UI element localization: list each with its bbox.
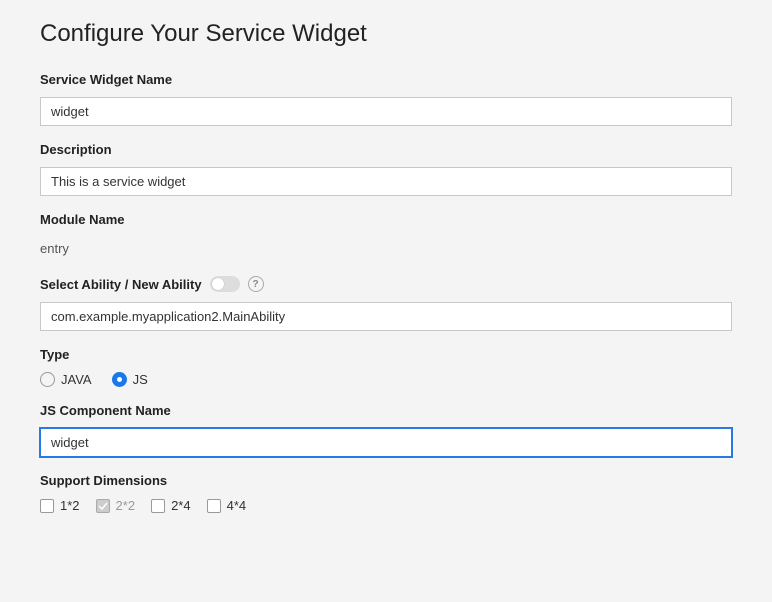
dimension-2x2-label: 2*2: [116, 498, 136, 513]
dimension-checkbox-2x4[interactable]: 2*4: [151, 498, 191, 513]
type-radio-java[interactable]: JAVA: [40, 372, 92, 387]
radio-checked-icon: [112, 372, 127, 387]
type-label: Type: [40, 347, 732, 362]
js-component-name-input[interactable]: [40, 428, 732, 457]
dimension-checkbox-4x4[interactable]: 4*4: [207, 498, 247, 513]
widget-name-label: Service Widget Name: [40, 72, 732, 87]
type-java-label: JAVA: [61, 372, 92, 387]
js-component-name-label: JS Component Name: [40, 403, 732, 418]
widget-name-input[interactable]: [40, 97, 732, 126]
module-name-label: Module Name: [40, 212, 732, 227]
dimension-2x4-label: 2*4: [171, 498, 191, 513]
new-ability-toggle[interactable]: [210, 276, 240, 292]
radio-unchecked-icon: [40, 372, 55, 387]
dimension-4x4-label: 4*4: [227, 498, 247, 513]
dimension-checkbox-2x2: 2*2: [96, 498, 136, 513]
help-icon[interactable]: ?: [248, 276, 264, 292]
description-input[interactable]: [40, 167, 732, 196]
support-dimensions-label: Support Dimensions: [40, 473, 732, 488]
dimension-1x2-label: 1*2: [60, 498, 80, 513]
dimension-checkbox-1x2[interactable]: 1*2: [40, 498, 80, 513]
checkbox-unchecked-icon: [40, 499, 54, 513]
type-radio-js[interactable]: JS: [112, 372, 148, 387]
page-title: Configure Your Service Widget: [40, 20, 732, 48]
checkbox-unchecked-icon: [151, 499, 165, 513]
description-label: Description: [40, 142, 732, 157]
select-ability-label: Select Ability / New Ability: [40, 277, 202, 292]
checkbox-checked-disabled-icon: [96, 499, 110, 513]
select-ability-input[interactable]: [40, 302, 732, 331]
checkbox-unchecked-icon: [207, 499, 221, 513]
type-js-label: JS: [133, 372, 148, 387]
module-name-value: entry: [40, 237, 732, 260]
